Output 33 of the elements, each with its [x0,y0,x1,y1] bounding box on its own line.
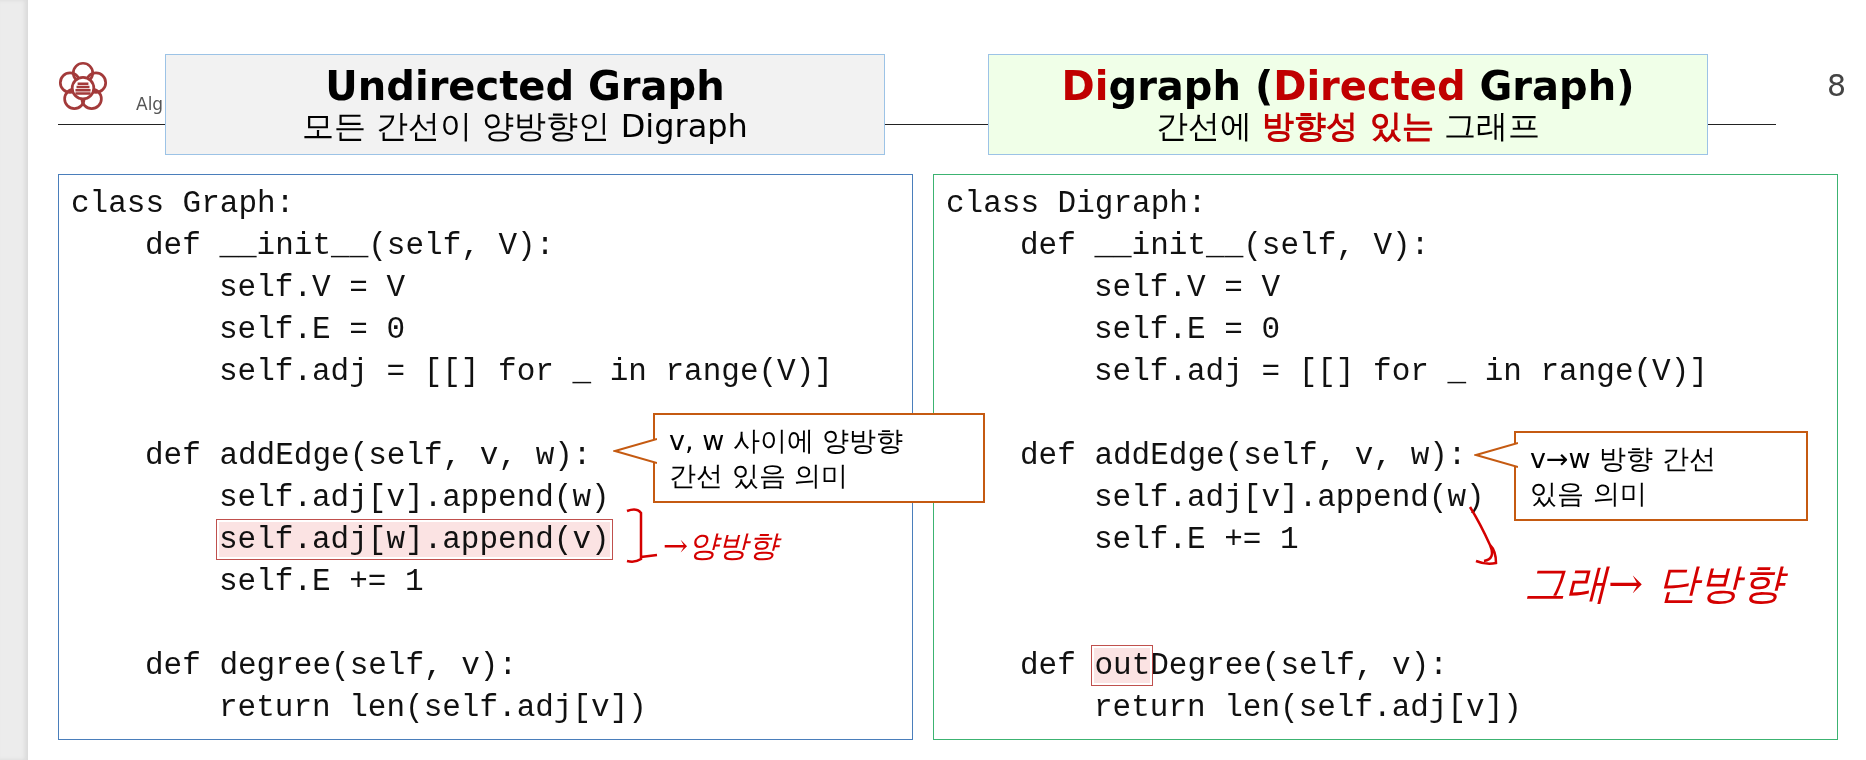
code-line: return len(self.adj[v]) [1094,689,1522,727]
code-line: self.adj[v].append(w) [1094,479,1485,517]
code-line: self.adj = [[] for _ in range(V)] [1094,353,1708,391]
panel-subtitle: 간선에 방향성 있는 그래프 [1156,108,1540,145]
callout-text: v→w 방향 간선 [1530,442,1717,476]
code-line: def __init__(self, V): [1020,227,1430,265]
code-line: self.adj[v].append(w) [219,479,610,517]
code-line: def __init__(self, V): [145,227,555,265]
code-line: def degree(self, v): [145,647,518,685]
callout-text: 간선 있음 의미 [669,459,850,494]
code-line: self.E = 0 [219,311,406,349]
code-line: class Graph: [71,185,295,223]
code-line: return len(self.adj[v]) [219,689,647,727]
code-line: def addEdge(self, v, w): [145,437,592,475]
code-line: self.V = V [219,269,406,307]
code-line: self.V = V [1094,269,1281,307]
handwritten-note: 그래→ 단방향 [1524,555,1793,614]
panel-subtitle: 모든 간선이 양방향인 Digraph [302,108,748,145]
code-line: self.E = 0 [1094,311,1281,349]
course-label: Alg [136,94,164,114]
code-line: class Digraph: [946,185,1207,223]
panel-title: Digraph (Directed Graph) [1061,64,1635,109]
code-line: def outDegree(self, v): [1020,647,1448,685]
callout-text: v, w 사이에 양방향 [669,424,905,458]
callout-text: 있음 의미 [1530,477,1648,512]
handwritten-note: →양방향 [663,525,789,567]
code-line: def addEdge(self, v, w): [1020,437,1467,475]
code-line: self.adj = [[] for _ in range(V)] [219,353,833,391]
code-line: self.E += 1 [219,563,424,601]
panel-title: Undirected Graph [325,64,725,109]
page-number: 8 [1826,68,1846,103]
code-line: self.E += 1 [1094,521,1299,559]
bracket-drawing [625,505,659,565]
